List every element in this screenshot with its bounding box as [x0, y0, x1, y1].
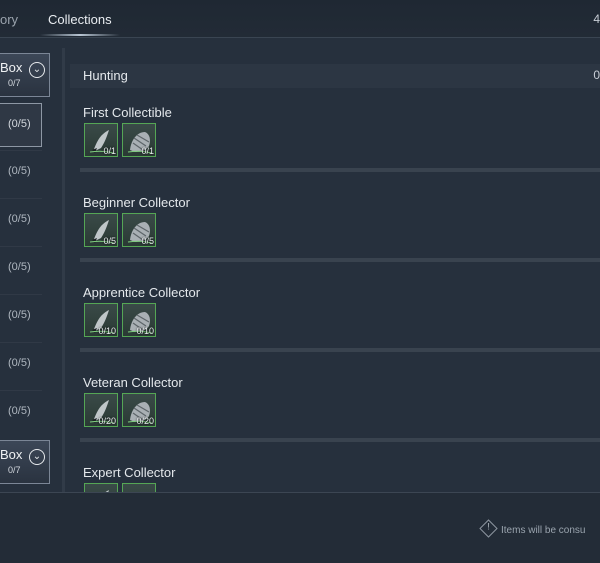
warning-diamond-icon: ! [479, 519, 498, 538]
active-tab-indicator [40, 34, 120, 36]
notice-text: Items will be consu [501, 525, 586, 536]
section-title: Veteran Collector [83, 375, 183, 390]
box-label: Box [0, 60, 23, 75]
item-quantity: 0/5 [141, 236, 154, 246]
section-divider [80, 258, 600, 262]
sidebar-item-count: (0/5) [8, 405, 31, 417]
section-title: Beginner Collector [83, 195, 190, 210]
item-quantity: 0/10 [136, 326, 154, 336]
sidebar-item[interactable]: (0/5) [0, 103, 42, 147]
category-count: 0 [593, 68, 600, 82]
item-slot[interactable]: 0/20 [84, 393, 118, 427]
box-label: Box [0, 447, 23, 462]
sidebar-item[interactable]: (0/5) [0, 199, 42, 243]
collection-section: First Collectible 0/1 0/1 [70, 105, 600, 195]
sidebar-item-count: (0/5) [8, 118, 31, 130]
collection-section: Beginner Collector 0/5 0/5 [70, 195, 600, 285]
section-title: First Collectible [83, 105, 172, 120]
tab-inventory[interactable]: ory [0, 12, 18, 27]
section-divider [80, 438, 600, 442]
section-title: Apprentice Collector [83, 285, 201, 300]
collection-section: Veteran Collector 0/20 0/20 [70, 375, 600, 465]
section-divider [80, 348, 600, 352]
sidebar-item[interactable]: (0/5) [0, 151, 42, 195]
sidebar-item[interactable]: (0/5) [0, 295, 42, 339]
item-quantity: 0/20 [136, 416, 154, 426]
box-category-button[interactable]: Box 0/7 ⌄ [0, 53, 50, 97]
sidebar-item[interactable]: (0/5) [0, 343, 42, 387]
item-slot[interactable]: 0/10 [84, 303, 118, 337]
sidebar-item-count: (0/5) [8, 309, 31, 321]
sidebar-item-count: (0/5) [8, 165, 31, 177]
header-count: 4 [593, 12, 600, 26]
box-count: 0/7 [8, 78, 21, 88]
section-divider [80, 168, 600, 172]
category-header: Hunting 0 [70, 64, 600, 88]
item-slot[interactable]: 0/5 [84, 213, 118, 247]
item-quantity: 0/1 [103, 146, 116, 156]
item-slot[interactable]: 0/1 [122, 123, 156, 157]
tab-collections[interactable]: Collections [48, 12, 112, 27]
sidebar-item-count: (0/5) [8, 261, 31, 273]
scrollbar-track[interactable] [62, 48, 65, 493]
box-category-button[interactable]: Box 0/7 ⌄ [0, 440, 50, 484]
section-title: Expert Collector [83, 465, 176, 480]
item-slot[interactable]: 0/5 [122, 213, 156, 247]
collection-section: Apprentice Collector 0/10 0/10 [70, 285, 600, 375]
item-slot[interactable]: 0/1 [84, 123, 118, 157]
item-slot[interactable]: 0/10 [122, 303, 156, 337]
sidebar-item-count: (0/5) [8, 213, 31, 225]
box-count: 0/7 [8, 465, 21, 475]
collection-sidebar: Box 0/7 ⌄ (0/5) (0/5) (0/5) (0/5) (0/5) … [0, 38, 50, 493]
consume-notice: ! Items will be consu [479, 519, 586, 538]
category-title: Hunting [83, 68, 128, 83]
collection-list: Hunting 0 First Collectible 0/1 0/1 Begi… [70, 58, 600, 493]
sidebar-item-count: (0/5) [8, 357, 31, 369]
collection-section: Expert Collector [70, 465, 600, 493]
item-quantity: 0/1 [141, 146, 154, 156]
chevron-down-icon: ⌄ [29, 449, 45, 465]
item-quantity: 0/10 [98, 326, 116, 336]
sidebar-item[interactable]: (0/5) [0, 247, 42, 291]
sidebar-item[interactable]: (0/5) [0, 391, 42, 435]
chevron-down-icon: ⌄ [29, 62, 45, 78]
top-tab-bar: ory Collections 4 [0, 0, 600, 38]
item-quantity: 0/5 [103, 236, 116, 246]
item-slot[interactable]: 0/20 [122, 393, 156, 427]
item-quantity: 0/20 [98, 416, 116, 426]
